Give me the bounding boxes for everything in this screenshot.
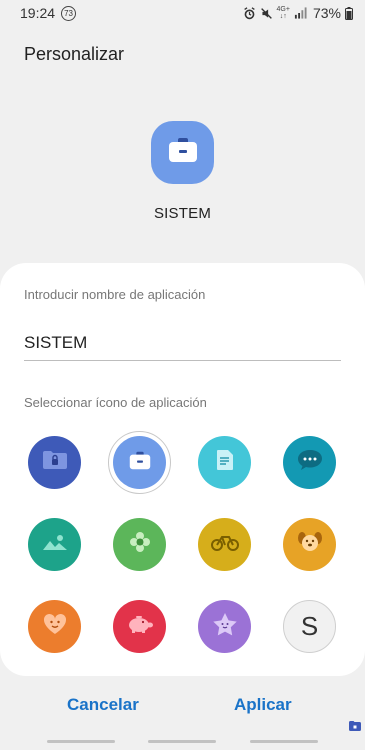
icon-option-bicycle[interactable] <box>198 518 251 571</box>
icon-option-star[interactable] <box>198 600 251 653</box>
clock: 19:24 <box>20 5 56 21</box>
mute-icon <box>260 7 273 20</box>
star-face-icon <box>212 612 238 641</box>
flower-icon <box>129 531 151 558</box>
icon-option-heart[interactable] <box>28 600 81 653</box>
nav-hint-right[interactable] <box>250 740 318 743</box>
battery-percentage: 73% <box>312 5 341 21</box>
icon-option-flower[interactable] <box>113 518 166 571</box>
dog-icon <box>297 531 323 558</box>
folder-lock-icon <box>42 450 68 475</box>
nav-hint-left[interactable] <box>47 740 115 743</box>
status-bar: 19:24 73 4G+ ↓↑ 73% <box>0 0 365 26</box>
piggy-bank-icon <box>126 614 154 639</box>
cancel-button[interactable]: Cancelar <box>67 695 139 715</box>
bicycle-icon <box>210 533 239 556</box>
landscape-icon <box>42 533 68 556</box>
icon-option-landscape[interactable] <box>28 518 81 571</box>
signal-icon <box>294 7 307 19</box>
app-icon-preview <box>151 121 214 184</box>
icon-option-briefcase[interactable] <box>108 431 171 494</box>
icon-option-dog[interactable] <box>283 518 336 571</box>
battery-icon <box>345 6 353 20</box>
page-title: Personalizar <box>24 44 125 64</box>
icon-section-label: Seleccionar ícono de aplicación <box>24 395 207 410</box>
network-indicator: 4G+ ↓↑ <box>276 6 290 20</box>
app-name-input[interactable] <box>24 325 341 361</box>
briefcase-icon <box>168 137 198 168</box>
icon-option-document[interactable] <box>198 436 251 489</box>
icon-option-chat[interactable] <box>283 436 336 489</box>
notification-count-badge: 73 <box>61 5 77 21</box>
icon-picker-grid: S <box>28 431 336 653</box>
icon-option-folder-lock[interactable] <box>28 436 81 489</box>
document-icon <box>216 449 234 476</box>
nav-hint-center[interactable] <box>148 740 216 743</box>
letter-icon: S <box>300 611 319 641</box>
icon-option-piggy[interactable] <box>113 600 166 653</box>
name-field-label: Introducir nombre de aplicación <box>24 287 206 302</box>
chat-bubble-icon <box>297 449 323 476</box>
app-name-preview: SISTEM <box>153 205 212 222</box>
status-icons: 4G+ ↓↑ 73% <box>243 5 353 21</box>
secure-folder-badge-icon <box>349 718 361 736</box>
dialog-actions: Cancelar Aplicar <box>0 695 365 721</box>
alarm-icon <box>243 6 256 20</box>
apply-button[interactable]: Aplicar <box>234 695 292 715</box>
icon-option-letter[interactable]: S <box>283 600 336 653</box>
heart-face-icon <box>43 613 67 640</box>
briefcase-icon <box>129 451 151 475</box>
